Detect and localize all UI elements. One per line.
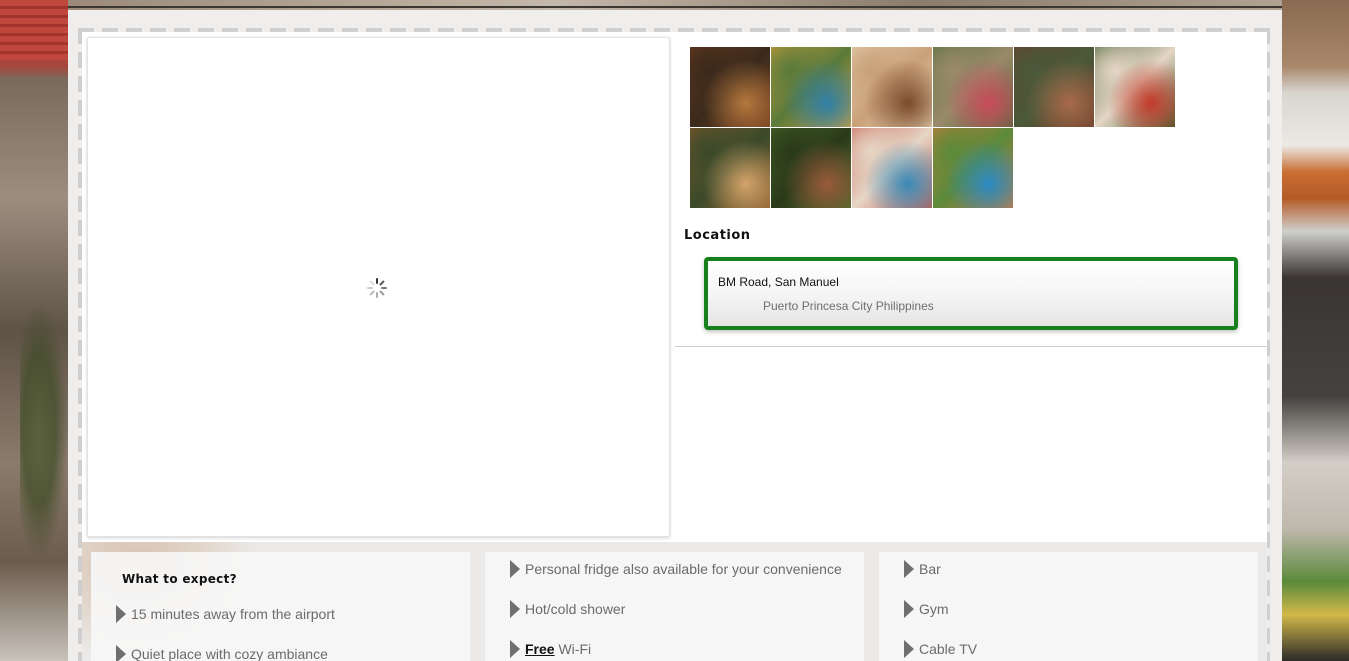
- features-card-3: Bar Gym Cable TV: [879, 552, 1258, 661]
- feature-item: Hot/cold shower: [510, 600, 625, 619]
- feature-item: 15 minutes away from the airport: [116, 605, 335, 624]
- bullet-triangle-icon: [904, 600, 914, 619]
- feature-item: Cable TV: [904, 640, 977, 659]
- gallery-thumbnail-corridor-lights[interactable]: [1014, 47, 1094, 127]
- gallery-thumbnail-hotel-facade[interactable]: [690, 47, 770, 127]
- feature-item: Gym: [904, 600, 949, 619]
- features-card-2: Personal fridge also available for your …: [485, 552, 864, 661]
- features-heading: What to expect?: [122, 572, 237, 586]
- bullet-triangle-icon: [116, 645, 126, 661]
- features-card-1: What to expect? 15 minutes away from the…: [91, 552, 470, 661]
- gallery-thumbnail-restaurant-interior[interactable]: [852, 47, 932, 127]
- background-roof: [0, 0, 68, 60]
- feature-item: Bar: [904, 560, 941, 579]
- gallery-thumbnail-palm-stairs[interactable]: [771, 128, 851, 208]
- feature-item: Personal fridge also available for your …: [510, 560, 842, 579]
- gallery-thumbnail-pool-yellow-building[interactable]: [771, 47, 851, 127]
- map-panel[interactable]: [87, 37, 670, 537]
- photo-gallery: [690, 47, 1176, 209]
- gallery-thumbnail-rooftop-red[interactable]: [1095, 47, 1175, 127]
- gallery-thumbnail-pool-orange-building[interactable]: [933, 128, 1013, 208]
- background-top-strip: [68, 0, 1282, 10]
- loading-spinner-icon: [367, 278, 387, 298]
- bullet-triangle-icon: [510, 600, 520, 619]
- feature-item: Free Wi-Fi: [510, 640, 591, 659]
- address-street: BM Road, San Manuel: [718, 275, 839, 289]
- address-city: Puerto Princesa City Philippines: [763, 299, 934, 313]
- location-heading: Location: [684, 228, 751, 243]
- background-right-scenery: [1281, 0, 1349, 661]
- section-divider: [675, 346, 1267, 347]
- gallery-thumbnail-lounge-area[interactable]: [690, 128, 770, 208]
- gallery-thumbnail-garden-umbrellas[interactable]: [933, 47, 1013, 127]
- feature-item: Quiet place with cozy ambiance: [116, 645, 328, 661]
- background-plant: [20, 300, 68, 560]
- bullet-triangle-icon: [116, 605, 126, 624]
- free-wifi-link[interactable]: Free: [525, 641, 555, 657]
- bullet-triangle-icon: [510, 640, 520, 659]
- bullet-triangle-icon: [904, 640, 914, 659]
- gallery-thumbnail-pool-cottage[interactable]: [852, 128, 932, 208]
- location-address-box: BM Road, San Manuel Puerto Princesa City…: [704, 257, 1238, 330]
- bullet-triangle-icon: [904, 560, 914, 579]
- bullet-triangle-icon: [510, 560, 520, 579]
- background-left-scenery: [0, 0, 68, 661]
